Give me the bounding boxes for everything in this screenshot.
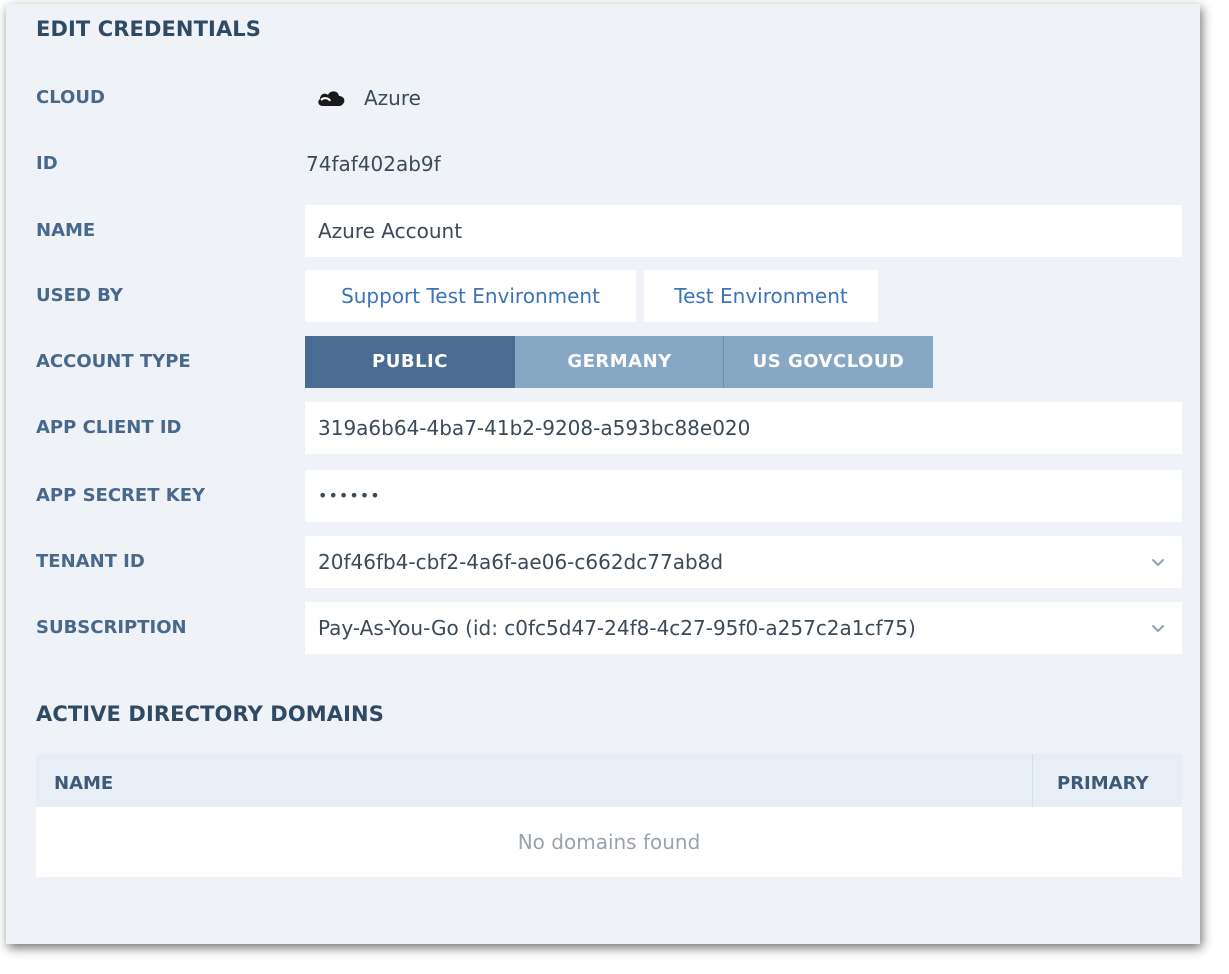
app-secret-key-input[interactable]: •••••• [305, 470, 1182, 522]
app-client-id-input[interactable]: 319a6b64-4ba7-41b2-9208-a593bc88e020 [305, 402, 1182, 454]
cloud-label: CLOUD [36, 87, 105, 108]
name-row: NAME Azure Account [6, 205, 1200, 257]
id-row: ID 74faf402ab9f [6, 138, 1200, 190]
subscription-row: SUBSCRIPTION Pay-As-You-Go (id: c0fc5d47… [6, 602, 1200, 654]
app-client-id-label: APP CLIENT ID [36, 417, 182, 438]
app-secret-key-value: •••••• [318, 486, 381, 505]
app-secret-key-row: APP SECRET KEY •••••• [6, 470, 1200, 522]
active-directory-domains-title: ACTIVE DIRECTORY DOMAINS [36, 702, 384, 726]
account-type-row: ACCOUNT TYPE PUBLIC GERMANY US GOVCLOUD [6, 336, 1200, 388]
empty-state-text: No domains found [517, 830, 701, 854]
cloud-row: CLOUD Azure [6, 72, 1200, 124]
name-label: NAME [36, 220, 96, 241]
used-by-row: USED BY Support Test Environment Test En… [6, 270, 1200, 322]
column-divider [1032, 754, 1033, 807]
subscription-select[interactable]: Pay-As-You-Go (id: c0fc5d47-24f8-4c27-95… [305, 602, 1182, 654]
tenant-id-row: TENANT ID 20f46fb4-cbf2-4a6f-ae06-c662dc… [6, 536, 1200, 588]
subscription-label: SUBSCRIPTION [36, 617, 187, 638]
used-by-link-test-environment[interactable]: Test Environment [644, 270, 878, 322]
chevron-down-icon[interactable] [1150, 555, 1166, 569]
app-client-id-value: 319a6b64-4ba7-41b2-9208-a593bc88e020 [318, 416, 751, 440]
page-title: EDIT CREDENTIALS [36, 17, 262, 41]
account-type-public-button[interactable]: PUBLIC [305, 336, 515, 388]
used-by-link-support-test-environment[interactable]: Support Test Environment [305, 270, 636, 322]
domains-table-header: NAME PRIMARY [36, 754, 1182, 807]
name-input[interactable]: Azure Account [305, 205, 1182, 257]
chevron-down-icon[interactable] [1150, 621, 1166, 635]
edit-credentials-panel: EDIT CREDENTIALS CLOUD Azure ID 74faf402… [6, 4, 1200, 944]
app-client-id-row: APP CLIENT ID 319a6b64-4ba7-41b2-9208-a5… [6, 402, 1200, 454]
column-header-name[interactable]: NAME [54, 754, 113, 807]
used-by-label: USED BY [36, 285, 123, 306]
name-input-value: Azure Account [318, 219, 463, 243]
tenant-id-value: 20f46fb4-cbf2-4a6f-ae06-c662dc77ab8d [318, 550, 724, 574]
cloud-icon [318, 91, 345, 106]
id-value: 74faf402ab9f [306, 152, 441, 176]
tenant-id-select[interactable]: 20f46fb4-cbf2-4a6f-ae06-c662dc77ab8d [305, 536, 1182, 588]
app-secret-key-label: APP SECRET KEY [36, 485, 206, 506]
domains-table-body: No domains found [36, 807, 1182, 877]
column-header-primary[interactable]: PRIMARY [1057, 754, 1149, 807]
cloud-value: Azure [364, 86, 421, 110]
id-label: ID [36, 153, 58, 174]
account-type-us-govcloud-button[interactable]: US GOVCLOUD [724, 336, 933, 388]
tenant-id-label: TENANT ID [36, 551, 145, 572]
subscription-value: Pay-As-You-Go (id: c0fc5d47-24f8-4c27-95… [318, 616, 916, 640]
account-type-germany-button[interactable]: GERMANY [515, 336, 724, 388]
account-type-label: ACCOUNT TYPE [36, 351, 191, 372]
